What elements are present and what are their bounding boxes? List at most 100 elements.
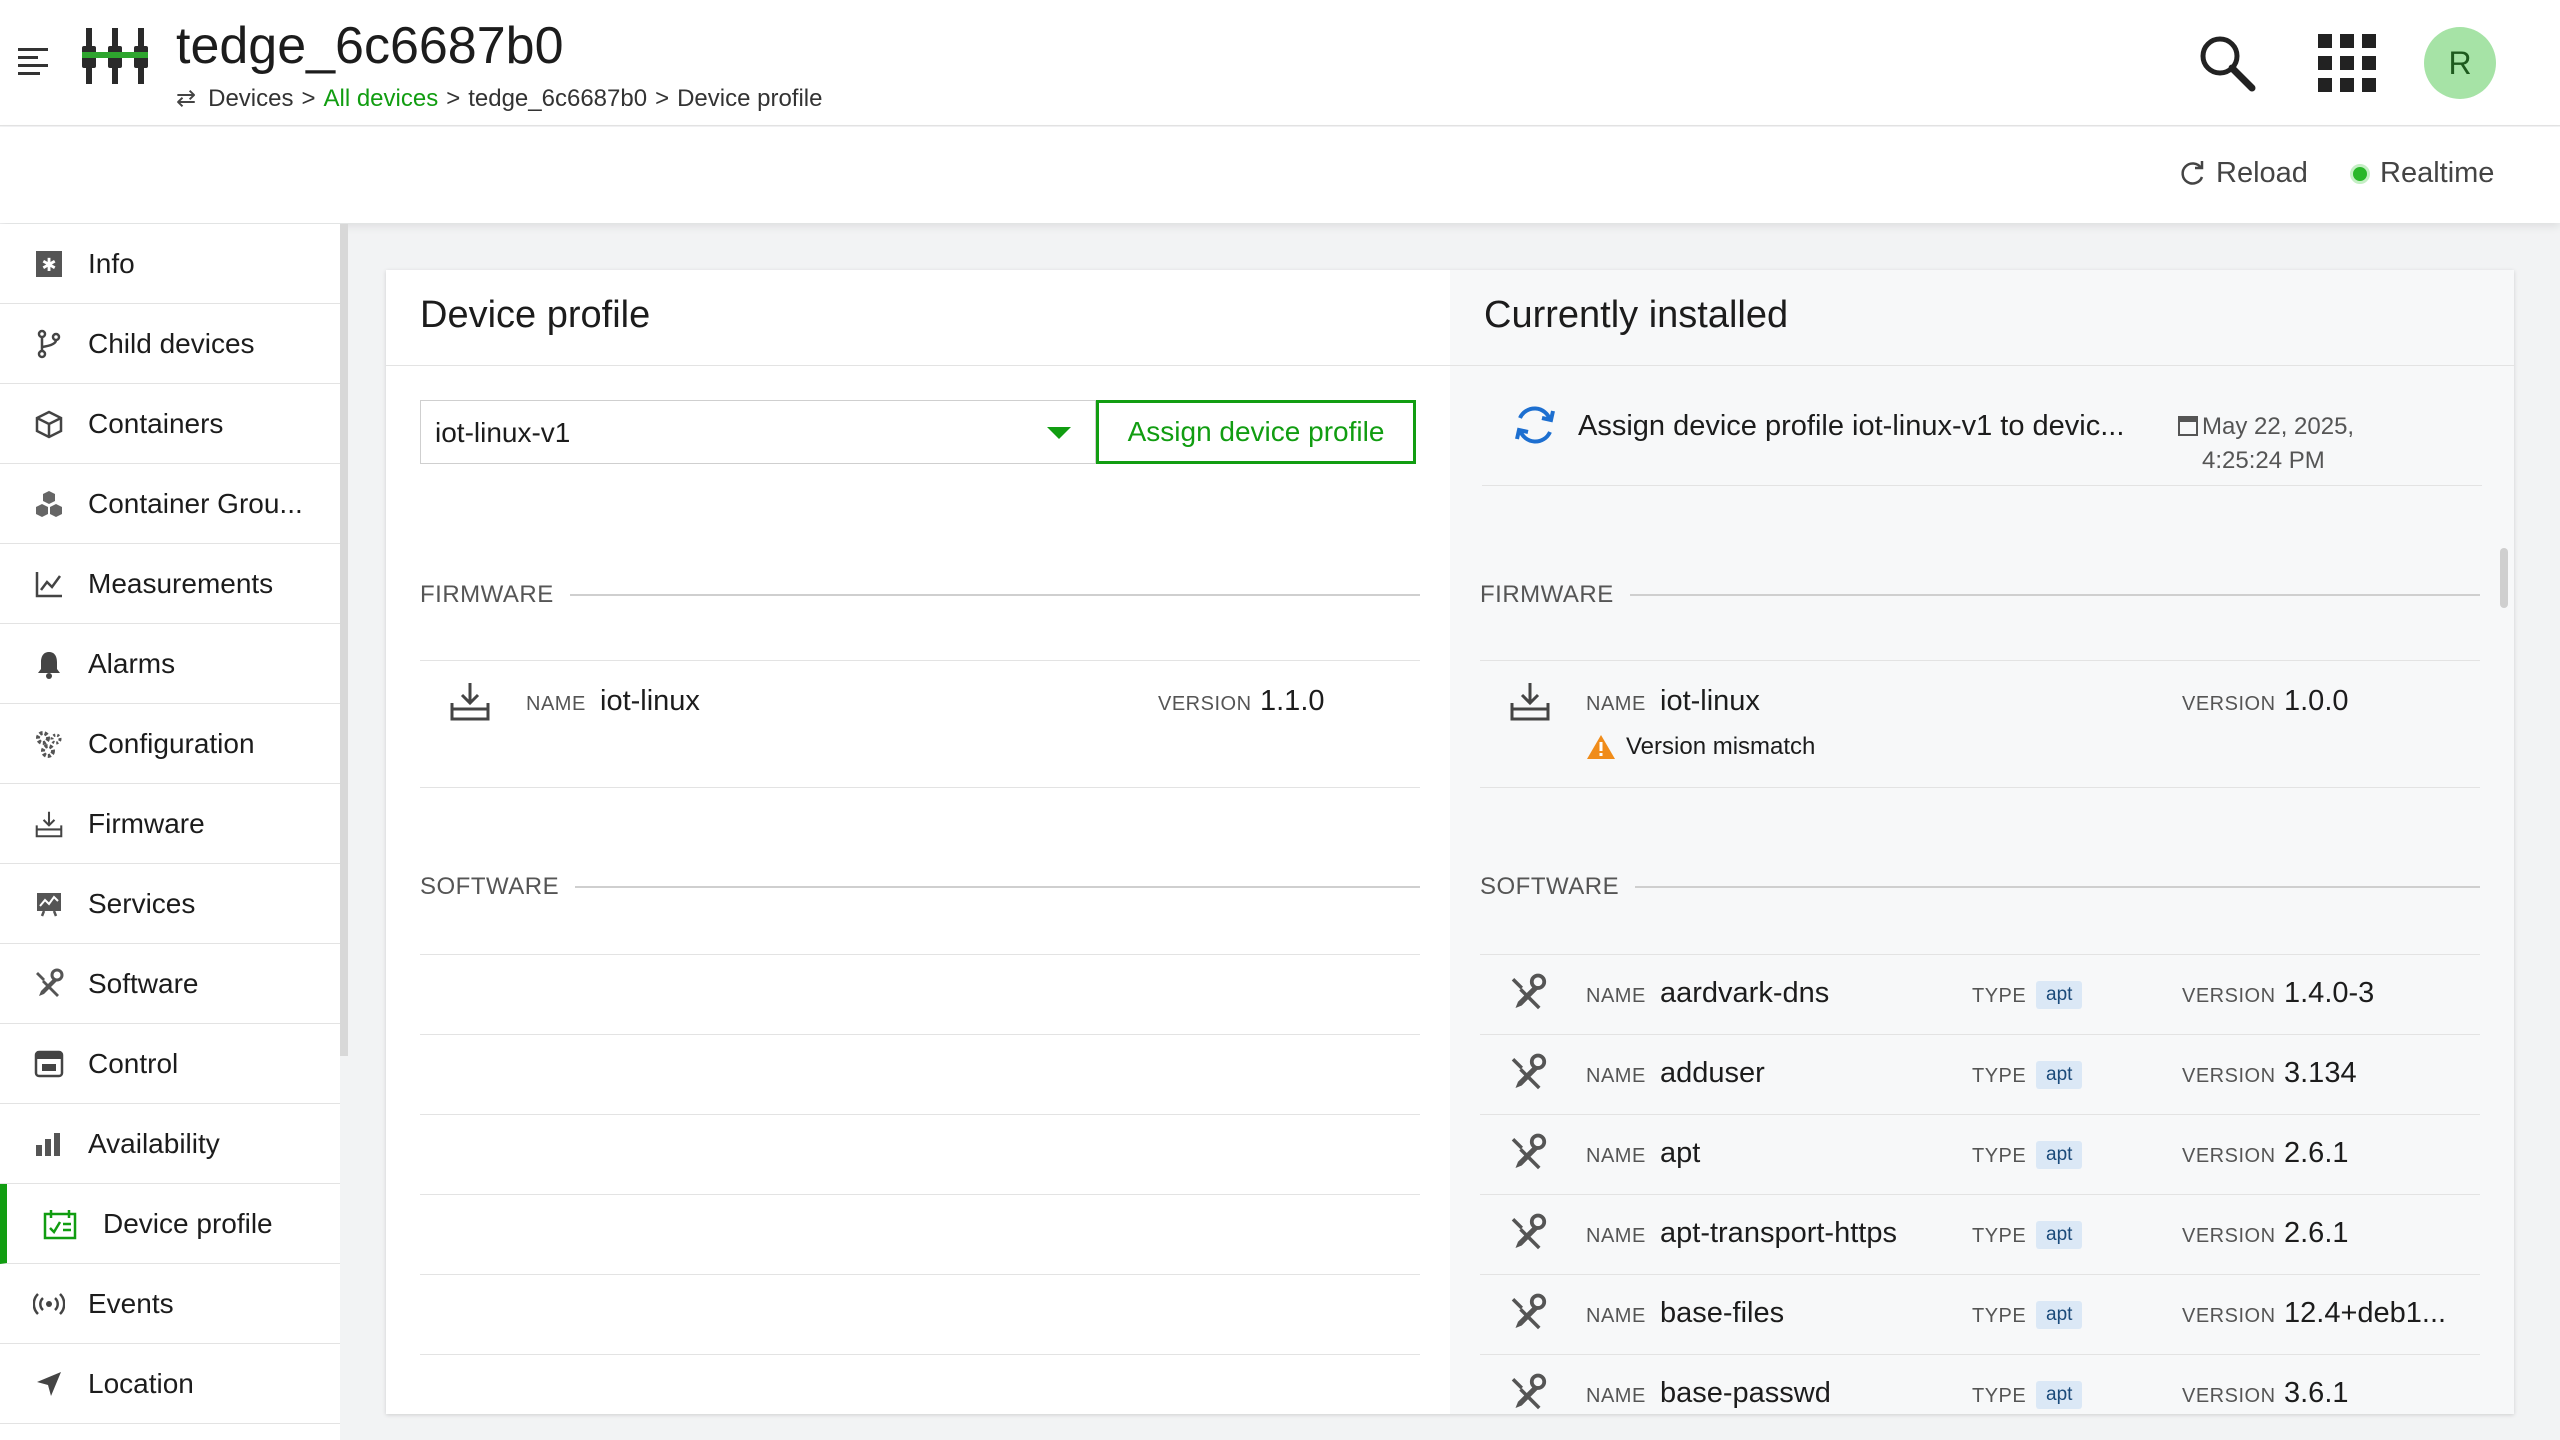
realtime-label: Realtime	[2380, 157, 2495, 189]
section-title: FIRMWARE	[420, 581, 554, 608]
empty-row	[420, 954, 1420, 1034]
sidebar-item-label: Availability	[88, 1127, 220, 1159]
firmware-row: NAME iot-linux VERSION 1.1.0	[420, 660, 1420, 788]
software-name: base-passwd	[1660, 1377, 1831, 1409]
sidebar-item-events[interactable]: Events	[0, 1264, 340, 1344]
sidebar-item-configuration[interactable]: Configuration	[0, 704, 340, 784]
type-label: TYPE	[1972, 985, 2027, 1007]
sidebar-item-label: Containers	[88, 407, 224, 439]
column-title: Currently installed	[1484, 294, 1789, 336]
version-mismatch-warning: Version mismatch	[1586, 733, 1815, 761]
breadcrumb-device[interactable]: tedge_6c6687b0	[468, 85, 647, 113]
version-label: VERSION	[2182, 1305, 2276, 1327]
name-label: NAME	[1586, 1065, 1646, 1087]
sidebar-item-info[interactable]: ✱ Info	[0, 224, 340, 304]
device-profile-column: Device profile iot-linux-v1 Assign devic…	[386, 270, 1450, 1414]
software-row: NAME base-passwd TYPE apt VERSION 3.6.1	[1480, 1354, 2480, 1414]
software-row: NAME apt-transport-https TYPE apt VERSION 2.6…	[1480, 1194, 2480, 1274]
column-header: Device profile	[386, 270, 1450, 366]
tools-icon	[1508, 973, 1552, 1017]
app-header: tedge_6c6687b0 ⇄ Devices > All devices >…	[0, 0, 2560, 126]
software-row: NAME apt TYPE apt VERSION 2.6.1	[1480, 1114, 2480, 1194]
sidebar-item-availability[interactable]: Availability	[0, 1104, 340, 1184]
version-label: VERSION	[2182, 693, 2276, 715]
firmware-row: NAME iot-linux VERSION 1.0.0 Version mis…	[1480, 660, 2480, 788]
type-badge: apt	[2036, 981, 2083, 1009]
breadcrumb-separator: >	[446, 84, 461, 112]
name-label: NAME	[1586, 693, 1646, 715]
control-icon	[32, 1047, 66, 1081]
firmware-icon	[1510, 683, 1550, 721]
sidebar-item-firmware[interactable]: Firmware	[0, 784, 340, 864]
sidebar-item-containers[interactable]: Containers	[0, 384, 340, 464]
firmware-icon	[450, 683, 490, 721]
empty-row	[420, 1034, 1420, 1114]
firmware-version: 1.1.0	[1260, 685, 1325, 717]
software-name: aardvark-dns	[1660, 977, 1830, 1009]
search-icon[interactable]	[2194, 30, 2258, 94]
sidebar-item-label: Control	[88, 1047, 179, 1079]
swap-icon: ⇄	[176, 85, 197, 112]
firmware-name: iot-linux	[1660, 685, 1760, 717]
operation-date: May 22, 2025, 4:25:24 PM	[2202, 410, 2354, 478]
column-title: Device profile	[420, 294, 651, 336]
sidebar-item-alarms[interactable]: Alarms	[0, 624, 340, 704]
warning-text: Version mismatch	[1626, 733, 1816, 760]
sidebar-item-label: Device profile	[103, 1207, 273, 1239]
type-badge: apt	[2036, 1061, 2083, 1089]
device-profile-icon	[43, 1207, 77, 1241]
tools-icon	[1508, 1133, 1552, 1177]
app-switcher-icon[interactable]	[2318, 34, 2376, 92]
operation-time-line: 4:25:24 PM	[2202, 447, 2325, 474]
column-header: Currently installed	[1450, 270, 2514, 366]
warning-icon	[1587, 735, 1615, 759]
profile-select[interactable]: iot-linux-v1	[420, 400, 1096, 464]
software-row: NAME base-files TYPE apt VERSION 12.4+deb1...	[1480, 1274, 2480, 1354]
sidebar-item-label: Configuration	[88, 727, 255, 759]
user-avatar[interactable]: R	[2424, 27, 2496, 99]
software-row: NAME adduser TYPE apt VERSION 3.134	[1480, 1034, 2480, 1114]
firmware-icon	[32, 807, 66, 841]
reload-button[interactable]: Reload	[2178, 157, 2308, 190]
tools-icon	[1508, 1293, 1552, 1337]
broadcast-icon	[32, 1287, 66, 1321]
currently-installed-column: Currently installed Assign device profil…	[1450, 270, 2514, 1414]
cubes-icon	[32, 487, 66, 521]
chevron-down-icon	[1047, 427, 1071, 439]
device-profile-card: Device profile iot-linux-v1 Assign devic…	[386, 270, 2514, 1414]
version-label: VERSION	[2182, 1225, 2276, 1247]
line-chart-icon	[32, 567, 66, 601]
profile-select-value: iot-linux-v1	[435, 417, 571, 448]
software-version: 2.6.1	[2284, 1137, 2349, 1169]
sidebar-item-control[interactable]: Control	[0, 1024, 340, 1104]
realtime-status-icon	[2350, 163, 2370, 184]
tools-icon	[1508, 1213, 1552, 1257]
sidebar-item-location[interactable]: Location	[0, 1344, 340, 1424]
breadcrumb-current: Device profile	[677, 84, 823, 112]
software-row: NAME aardvark-dns TYPE apt VERSION 1.4.0-3	[1480, 954, 2480, 1034]
breadcrumb-devices[interactable]: Devices	[208, 85, 293, 113]
firmware-section-header: FIRMWARE	[420, 580, 1420, 610]
card-scrollbar[interactable]	[2500, 548, 2508, 608]
sidebar-item-label: Services	[88, 887, 196, 919]
sidebar-item-services[interactable]: Services	[0, 864, 340, 944]
version-label: VERSION	[1158, 693, 1252, 715]
sidebar-scrollbar[interactable]	[340, 224, 348, 1056]
sidebar-item-software[interactable]: Software	[0, 944, 340, 1024]
sidebar-item-child-devices[interactable]: Child devices	[0, 304, 340, 384]
realtime-toggle[interactable]: Realtime	[2350, 157, 2494, 190]
software-version: 1.4.0-3	[2284, 977, 2375, 1009]
version-label: VERSION	[2182, 1145, 2276, 1167]
services-icon	[32, 887, 66, 921]
assign-device-profile-button[interactable]: Assign device profile	[1096, 400, 1416, 464]
name-label: NAME	[526, 693, 586, 715]
sidebar-item-measurements[interactable]: Measurements	[0, 544, 340, 624]
operation-row[interactable]: Assign device profile iot-linux-v1 to de…	[1482, 366, 2482, 486]
sidebar-item-container-grou[interactable]: Container Grou...	[0, 464, 340, 544]
menu-toggle-icon[interactable]	[18, 48, 48, 75]
sidebar-item-device-profile[interactable]: Device profile	[0, 1184, 340, 1264]
breadcrumb-all-devices[interactable]: All devices	[323, 85, 438, 113]
location-arrow-icon	[32, 1367, 66, 1401]
firmware-version: 1.0.0	[2284, 685, 2349, 717]
empty-row	[420, 1194, 1420, 1274]
